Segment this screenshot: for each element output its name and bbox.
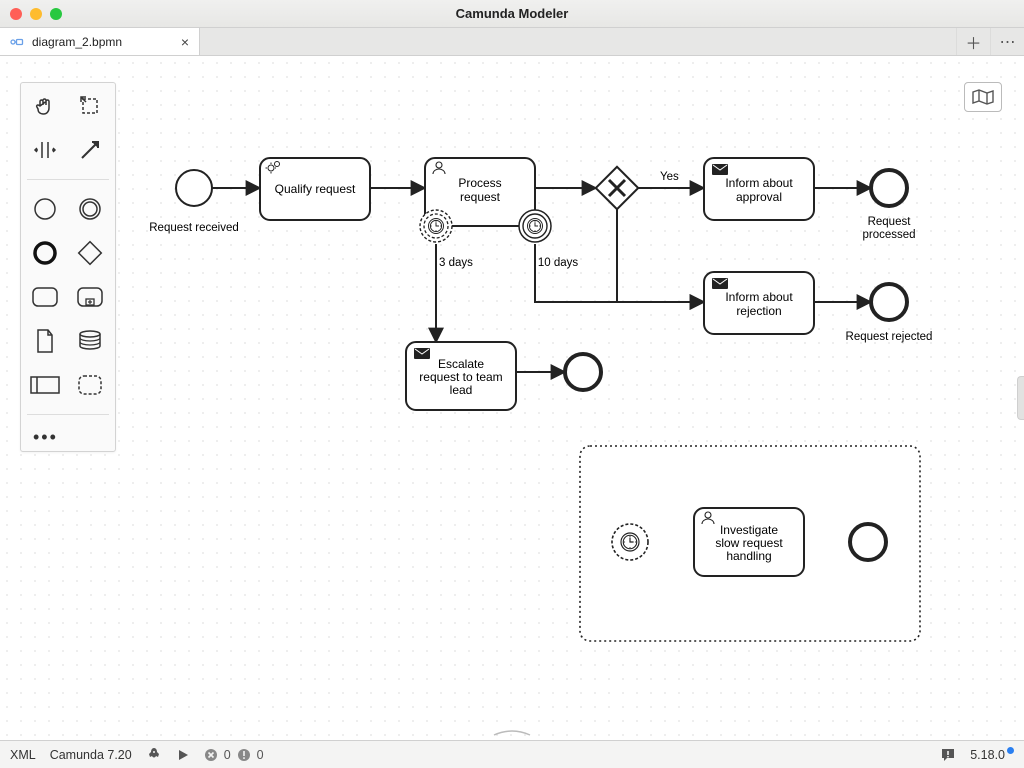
warning-icon <box>237 748 251 762</box>
svg-text:Investigate: Investigate <box>720 523 778 537</box>
tab-diagram-2[interactable]: diagram_2.bpmn × <box>0 28 200 55</box>
svg-text:lead: lead <box>450 383 473 397</box>
svg-text:slow request: slow request <box>715 536 783 550</box>
svg-text:rejection: rejection <box>736 304 781 318</box>
update-available-dot <box>1007 747 1014 754</box>
close-tab-button[interactable]: × <box>181 34 189 50</box>
bpmn-diagram[interactable]: Request received Qualify request Process… <box>0 56 1024 740</box>
problems-indicator[interactable]: 0 0 <box>204 748 264 762</box>
boundary-timer-label: 10 days <box>538 257 579 269</box>
flow-timer10d-to-reject[interactable] <box>535 244 704 302</box>
window-title: Camunda Modeler <box>0 6 1024 21</box>
tab-label: diagram_2.bpmn <box>32 35 122 49</box>
send-task-icon <box>414 348 430 359</box>
status-bar: XML Camunda 7.20 0 0 5.18.0 <box>0 740 1024 768</box>
tab-strip: diagram_2.bpmn × ＋ ⋯ <box>0 28 1024 56</box>
feedback-icon[interactable] <box>940 747 956 763</box>
event-subprocess[interactable]: Investigate slow request handling Invest… <box>580 446 920 641</box>
warning-count: 0 <box>257 748 264 762</box>
end-event-request-rejected[interactable]: Request rejected <box>846 284 933 343</box>
deploy-icon[interactable] <box>146 747 162 763</box>
new-tab-button[interactable]: ＋ <box>956 28 990 55</box>
error-count: 0 <box>224 748 231 762</box>
flow-gateway-to-reject[interactable] <box>617 209 704 302</box>
task-label-1: Process <box>458 176 501 190</box>
send-task-icon <box>712 164 728 175</box>
canvas[interactable]: ••• <box>0 56 1024 740</box>
gateway-condition-yes: Yes <box>660 171 679 183</box>
svg-text:handling: handling <box>726 549 771 563</box>
task-label-2: request <box>460 190 501 204</box>
task-inform-rejection[interactable]: Inform about rejection Inform about reje… <box>704 272 814 334</box>
xml-view-toggle[interactable]: XML <box>10 748 36 762</box>
start-event-request-received[interactable]: Request received <box>149 170 239 234</box>
svg-text:Escalate: Escalate <box>438 357 484 371</box>
bpmn-file-icon <box>10 35 24 49</box>
task-label: Qualify request <box>275 182 356 196</box>
boundary-timer-10-days[interactable]: 10 days <box>519 210 578 269</box>
engine-label[interactable]: Camunda 7.20 <box>50 748 132 762</box>
run-icon[interactable] <box>176 748 190 762</box>
svg-text:Request: Request <box>868 216 912 228</box>
end-event-request-processed[interactable]: Request processed Request processed <box>862 170 915 241</box>
task-inform-approval[interactable]: Inform about approval Inform about appro… <box>704 158 814 220</box>
svg-text:request to team: request to team <box>419 370 502 384</box>
boundary-timer-label: 3 days <box>439 257 473 269</box>
task-investigate[interactable]: Investigate slow request handling Invest… <box>694 508 804 576</box>
svg-text:Inform about: Inform about <box>725 176 793 190</box>
svg-text:Request rejected: Request rejected <box>846 331 933 343</box>
subprocess-start-timer[interactable] <box>612 524 648 560</box>
app-version[interactable]: 5.18.0 <box>970 747 1014 762</box>
svg-text:approval: approval <box>736 190 782 204</box>
send-task-icon <box>712 278 728 289</box>
task-qualify-request[interactable]: Qualify request <box>260 158 370 220</box>
window-titlebar: Camunda Modeler <box>0 0 1024 28</box>
bottom-panel-handle[interactable] <box>492 729 532 737</box>
error-icon <box>204 748 218 762</box>
end-event-escalated[interactable] <box>565 354 601 390</box>
svg-text:processed: processed <box>862 229 915 241</box>
task-escalate[interactable]: Escalate request to team lead Escalate r… <box>406 342 516 410</box>
svg-text:Inform about: Inform about <box>725 290 793 304</box>
tab-overflow-button[interactable]: ⋯ <box>990 28 1024 55</box>
start-event-label: Request received <box>149 222 239 234</box>
subprocess-end-event[interactable] <box>850 524 886 560</box>
